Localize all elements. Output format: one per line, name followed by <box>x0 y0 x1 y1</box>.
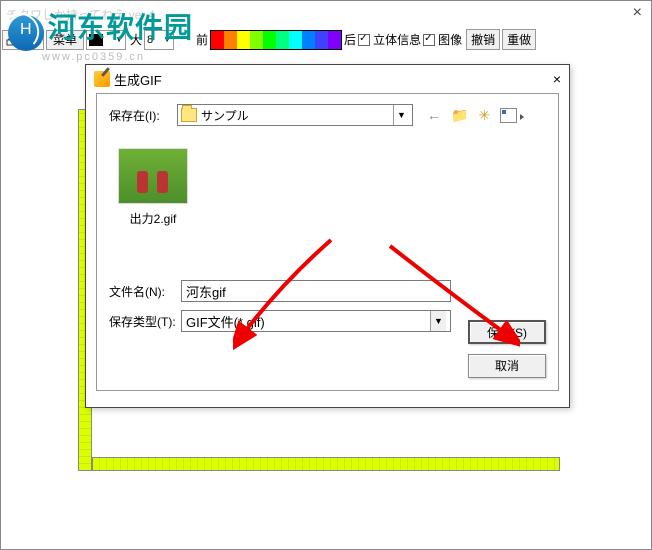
tool-icon-2[interactable] <box>24 30 44 50</box>
dialog-close-icon[interactable]: × <box>553 71 561 87</box>
brush-color-select[interactable]: ▼ <box>86 30 126 50</box>
file-name: 出力2.gif <box>109 210 197 227</box>
tool-icon-1[interactable] <box>2 30 22 50</box>
save-button[interactable]: 保存(S) <box>468 320 546 344</box>
file-list[interactable]: 出力2.gif <box>109 134 546 270</box>
before-label: 前 <box>196 31 208 48</box>
back-icon[interactable]: ← <box>427 107 441 123</box>
color-palette[interactable] <box>210 30 342 50</box>
dialog-titlebar: 生成GIF × <box>86 65 569 93</box>
filetype-select[interactable]: GIF文件(*.gif) ▼ <box>181 310 451 332</box>
chevron-down-icon: ▼ <box>393 105 409 125</box>
check-3d[interactable] <box>358 34 370 46</box>
title-bar: チクワしか持ってねえ ver.4 × <box>0 0 652 28</box>
dialog-icon <box>94 71 110 87</box>
check-image[interactable] <box>423 34 435 46</box>
dialog-title: 生成GIF <box>114 70 162 89</box>
ruler-horizontal <box>92 457 560 471</box>
up-folder-icon[interactable]: 📁 <box>451 107 468 124</box>
folder-icon <box>181 108 197 122</box>
filetype-label: 保存类型(T): <box>109 313 181 330</box>
size-label: 大 <box>130 31 142 48</box>
view-menu-icon[interactable] <box>500 108 517 123</box>
file-item[interactable]: 出力2.gif <box>109 148 197 227</box>
after-label: 后 <box>344 31 356 48</box>
new-folder-icon[interactable]: ✳ <box>478 107 490 124</box>
chevron-down-icon: ▼ <box>430 311 446 331</box>
cancel-button[interactable]: 取消 <box>468 354 546 378</box>
window-title: チクワしか持ってねえ ver.4 <box>6 6 155 23</box>
size-select[interactable]: 8▼ <box>144 30 174 50</box>
toolbar: 菜单 ▼ 大 8▼ 前 后 立体信息 图像 撤销 重做 <box>0 28 652 51</box>
save-dialog: 生成GIF × 保存在(I): サンプル ▼ ← 📁 ✳ 出力2.gif <box>85 64 570 408</box>
redo-button[interactable]: 重做 <box>502 29 536 50</box>
undo-button[interactable]: 撤销 <box>466 29 500 50</box>
file-thumbnail <box>118 148 188 204</box>
folder-select[interactable]: サンプル ▼ <box>177 104 413 126</box>
filename-label: 文件名(N): <box>109 283 181 300</box>
menu-button[interactable]: 菜单 <box>46 30 84 50</box>
close-icon[interactable]: × <box>633 4 642 22</box>
save-in-label: 保存在(I): <box>109 107 177 124</box>
filename-input[interactable] <box>181 280 451 302</box>
